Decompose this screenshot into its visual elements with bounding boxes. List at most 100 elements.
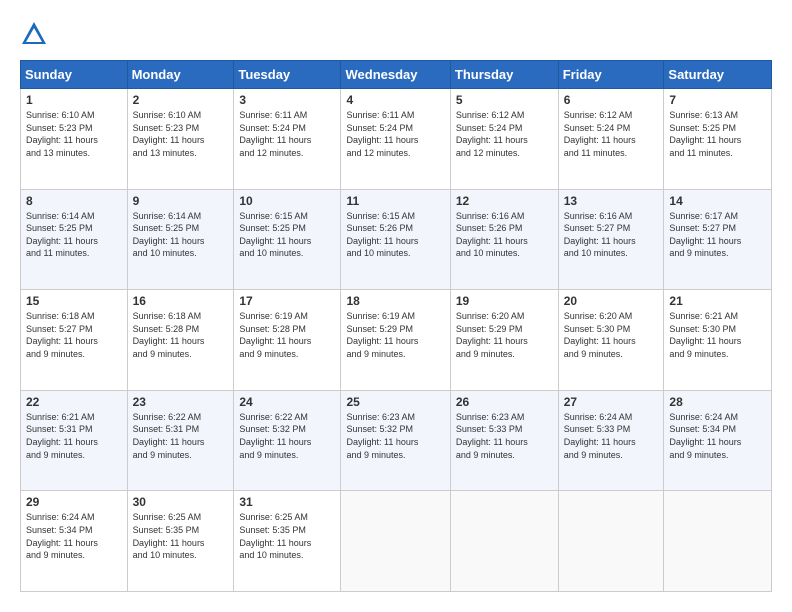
calendar-cell: 22Sunrise: 6:21 AM Sunset: 5:31 PM Dayli… bbox=[21, 390, 128, 491]
cell-daylight-info: Sunrise: 6:24 AM Sunset: 5:33 PM Dayligh… bbox=[564, 411, 659, 461]
day-number: 23 bbox=[133, 395, 229, 409]
calendar-week-row: 8 Sunrise: 6:14 AM Sunset: 5:25 PM Daylig… bbox=[21, 189, 772, 290]
cell-daylight-info: Sunrise: 6:21 AM Sunset: 5:30 PM Dayligh… bbox=[669, 310, 766, 360]
calendar-cell: 26Sunrise: 6:23 AM Sunset: 5:33 PM Dayli… bbox=[450, 390, 558, 491]
calendar-cell bbox=[341, 491, 450, 592]
cell-daylight-info: Sunrise: 6:25 AM Sunset: 5:35 PM Dayligh… bbox=[239, 511, 335, 561]
day-number: 14 bbox=[669, 194, 766, 208]
calendar-cell: 6 Sunrise: 6:12 AM Sunset: 5:24 PM Daylig… bbox=[558, 89, 664, 190]
day-number: 19 bbox=[456, 294, 553, 308]
header-day: Saturday bbox=[664, 61, 772, 89]
calendar-cell: 16 Sunrise: 6:18 AM Sunset: 5:28 PM Dayli… bbox=[127, 290, 234, 391]
cell-daylight-info: Sunrise: 6:14 AM Sunset: 5:25 PM Dayligh… bbox=[133, 210, 229, 260]
calendar-cell: 19 Sunrise: 6:20 AM Sunset: 5:29 PM Dayli… bbox=[450, 290, 558, 391]
cell-daylight-info: Sunrise: 6:18 AM Sunset: 5:27 PM Dayligh… bbox=[26, 310, 122, 360]
day-number: 8 bbox=[26, 194, 122, 208]
calendar-table: SundayMondayTuesdayWednesdayThursdayFrid… bbox=[20, 60, 772, 592]
cell-daylight-info: Sunrise: 6:12 AM Sunset: 5:24 PM Dayligh… bbox=[456, 109, 553, 159]
calendar-cell: 28 Sunrise: 6:24 AM Sunset: 5:34 PM Dayli… bbox=[664, 390, 772, 491]
calendar-cell: 27 Sunrise: 6:24 AM Sunset: 5:33 PM Dayli… bbox=[558, 390, 664, 491]
calendar-cell: 12Sunrise: 6:16 AM Sunset: 5:26 PM Dayli… bbox=[450, 189, 558, 290]
cell-daylight-info: Sunrise: 6:12 AM Sunset: 5:24 PM Dayligh… bbox=[564, 109, 659, 159]
calendar-cell: 13 Sunrise: 6:16 AM Sunset: 5:27 PM Dayli… bbox=[558, 189, 664, 290]
header-day: Tuesday bbox=[234, 61, 341, 89]
cell-daylight-info: Sunrise: 6:24 AM Sunset: 5:34 PM Dayligh… bbox=[669, 411, 766, 461]
day-number: 27 bbox=[564, 395, 659, 409]
cell-daylight-info: Sunrise: 6:15 AM Sunset: 5:26 PM Dayligh… bbox=[346, 210, 444, 260]
cell-daylight-info: Sunrise: 6:22 AM Sunset: 5:32 PM Dayligh… bbox=[239, 411, 335, 461]
logo-icon bbox=[20, 20, 48, 48]
day-number: 15 bbox=[26, 294, 122, 308]
calendar-cell: 24 Sunrise: 6:22 AM Sunset: 5:32 PM Dayli… bbox=[234, 390, 341, 491]
calendar-cell: 4 Sunrise: 6:11 AM Sunset: 5:24 PM Daylig… bbox=[341, 89, 450, 190]
calendar-cell: 18 Sunrise: 6:19 AM Sunset: 5:29 PM Dayli… bbox=[341, 290, 450, 391]
cell-daylight-info: Sunrise: 6:24 AM Sunset: 5:34 PM Dayligh… bbox=[26, 511, 122, 561]
cell-daylight-info: Sunrise: 6:20 AM Sunset: 5:29 PM Dayligh… bbox=[456, 310, 553, 360]
day-number: 1 bbox=[26, 93, 122, 107]
header bbox=[20, 20, 772, 48]
calendar-cell: 29 Sunrise: 6:24 AM Sunset: 5:34 PM Dayli… bbox=[21, 491, 128, 592]
day-number: 7 bbox=[669, 93, 766, 107]
day-number: 10 bbox=[239, 194, 335, 208]
cell-daylight-info: Sunrise: 6:13 AM Sunset: 5:25 PM Dayligh… bbox=[669, 109, 766, 159]
cell-daylight-info: Sunrise: 6:15 AM Sunset: 5:25 PM Dayligh… bbox=[239, 210, 335, 260]
day-number: 26 bbox=[456, 395, 553, 409]
calendar-cell: 11Sunrise: 6:15 AM Sunset: 5:26 PM Dayli… bbox=[341, 189, 450, 290]
day-number: 3 bbox=[239, 93, 335, 107]
calendar-cell: 31 Sunrise: 6:25 AM Sunset: 5:35 PM Dayli… bbox=[234, 491, 341, 592]
cell-daylight-info: Sunrise: 6:25 AM Sunset: 5:35 PM Dayligh… bbox=[133, 511, 229, 561]
calendar-cell: 2 Sunrise: 6:10 AM Sunset: 5:23 PM Daylig… bbox=[127, 89, 234, 190]
header-day: Wednesday bbox=[341, 61, 450, 89]
cell-daylight-info: Sunrise: 6:11 AM Sunset: 5:24 PM Dayligh… bbox=[239, 109, 335, 159]
calendar-cell: 23 Sunrise: 6:22 AM Sunset: 5:31 PM Dayli… bbox=[127, 390, 234, 491]
day-number: 30 bbox=[133, 495, 229, 509]
calendar-cell: 5 Sunrise: 6:12 AM Sunset: 5:24 PM Daylig… bbox=[450, 89, 558, 190]
calendar-cell: 1 Sunrise: 6:10 AM Sunset: 5:23 PM Daylig… bbox=[21, 89, 128, 190]
day-number: 18 bbox=[346, 294, 444, 308]
calendar-cell bbox=[450, 491, 558, 592]
day-number: 6 bbox=[564, 93, 659, 107]
header-day: Sunday bbox=[21, 61, 128, 89]
day-number: 2 bbox=[133, 93, 229, 107]
calendar-cell: 17 Sunrise: 6:19 AM Sunset: 5:28 PM Dayli… bbox=[234, 290, 341, 391]
day-number: 25 bbox=[346, 395, 444, 409]
day-number: 4 bbox=[346, 93, 444, 107]
calendar-cell: 9 Sunrise: 6:14 AM Sunset: 5:25 PM Daylig… bbox=[127, 189, 234, 290]
cell-daylight-info: Sunrise: 6:19 AM Sunset: 5:28 PM Dayligh… bbox=[239, 310, 335, 360]
day-number: 31 bbox=[239, 495, 335, 509]
logo bbox=[20, 20, 52, 48]
cell-daylight-info: Sunrise: 6:16 AM Sunset: 5:26 PM Dayligh… bbox=[456, 210, 553, 260]
calendar-week-row: 22Sunrise: 6:21 AM Sunset: 5:31 PM Dayli… bbox=[21, 390, 772, 491]
cell-daylight-info: Sunrise: 6:10 AM Sunset: 5:23 PM Dayligh… bbox=[133, 109, 229, 159]
day-number: 17 bbox=[239, 294, 335, 308]
cell-daylight-info: Sunrise: 6:21 AM Sunset: 5:31 PM Dayligh… bbox=[26, 411, 122, 461]
calendar-cell: 20Sunrise: 6:20 AM Sunset: 5:30 PM Dayli… bbox=[558, 290, 664, 391]
header-day: Friday bbox=[558, 61, 664, 89]
day-number: 5 bbox=[456, 93, 553, 107]
cell-daylight-info: Sunrise: 6:23 AM Sunset: 5:32 PM Dayligh… bbox=[346, 411, 444, 461]
calendar-cell: 7 Sunrise: 6:13 AM Sunset: 5:25 PM Daylig… bbox=[664, 89, 772, 190]
calendar-cell: 15 Sunrise: 6:18 AM Sunset: 5:27 PM Dayli… bbox=[21, 290, 128, 391]
calendar-cell: 14 Sunrise: 6:17 AM Sunset: 5:27 PM Dayli… bbox=[664, 189, 772, 290]
cell-daylight-info: Sunrise: 6:17 AM Sunset: 5:27 PM Dayligh… bbox=[669, 210, 766, 260]
day-number: 16 bbox=[133, 294, 229, 308]
day-number: 21 bbox=[669, 294, 766, 308]
calendar-cell: 8Sunrise: 6:14 AM Sunset: 5:25 PM Daylig… bbox=[21, 189, 128, 290]
cell-daylight-info: Sunrise: 6:10 AM Sunset: 5:23 PM Dayligh… bbox=[26, 109, 122, 159]
calendar-cell: 21 Sunrise: 6:21 AM Sunset: 5:30 PM Dayli… bbox=[664, 290, 772, 391]
day-number: 24 bbox=[239, 395, 335, 409]
day-number: 28 bbox=[669, 395, 766, 409]
day-number: 29 bbox=[26, 495, 122, 509]
cell-daylight-info: Sunrise: 6:22 AM Sunset: 5:31 PM Dayligh… bbox=[133, 411, 229, 461]
calendar-week-row: 15 Sunrise: 6:18 AM Sunset: 5:27 PM Dayli… bbox=[21, 290, 772, 391]
calendar-cell: 3 Sunrise: 6:11 AM Sunset: 5:24 PM Daylig… bbox=[234, 89, 341, 190]
cell-daylight-info: Sunrise: 6:11 AM Sunset: 5:24 PM Dayligh… bbox=[346, 109, 444, 159]
cell-daylight-info: Sunrise: 6:16 AM Sunset: 5:27 PM Dayligh… bbox=[564, 210, 659, 260]
calendar-cell: 30 Sunrise: 6:25 AM Sunset: 5:35 PM Dayli… bbox=[127, 491, 234, 592]
day-number: 13 bbox=[564, 194, 659, 208]
cell-daylight-info: Sunrise: 6:18 AM Sunset: 5:28 PM Dayligh… bbox=[133, 310, 229, 360]
header-day: Thursday bbox=[450, 61, 558, 89]
calendar-cell: 10 Sunrise: 6:15 AM Sunset: 5:25 PM Dayli… bbox=[234, 189, 341, 290]
cell-daylight-info: Sunrise: 6:19 AM Sunset: 5:29 PM Dayligh… bbox=[346, 310, 444, 360]
day-number: 9 bbox=[133, 194, 229, 208]
